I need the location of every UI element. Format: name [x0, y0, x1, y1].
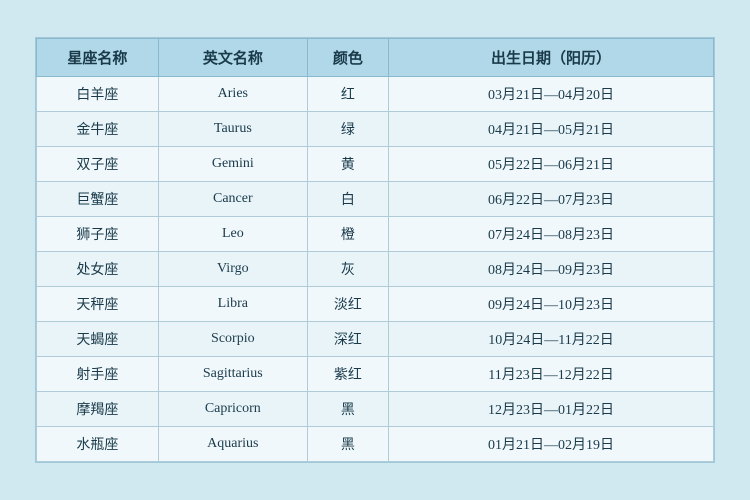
cell-date: 08月24日—09月23日	[389, 252, 714, 287]
cell-cn-name: 摩羯座	[37, 392, 159, 427]
table-row: 天秤座Libra淡红09月24日—10月23日	[37, 287, 714, 322]
table-body: 白羊座Aries红03月21日—04月20日金牛座Taurus绿04月21日—0…	[37, 77, 714, 462]
cell-color: 淡红	[307, 287, 388, 322]
table-row: 双子座Gemini黄05月22日—06月21日	[37, 147, 714, 182]
cell-cn-name: 白羊座	[37, 77, 159, 112]
table-row: 处女座Virgo灰08月24日—09月23日	[37, 252, 714, 287]
table-row: 水瓶座Aquarius黑01月21日—02月19日	[37, 427, 714, 462]
cell-cn-name: 狮子座	[37, 217, 159, 252]
cell-color: 绿	[307, 112, 388, 147]
cell-color: 紫红	[307, 357, 388, 392]
cell-cn-name: 巨蟹座	[37, 182, 159, 217]
table-row: 天蝎座Scorpio深红10月24日—11月22日	[37, 322, 714, 357]
cell-color: 红	[307, 77, 388, 112]
cell-color: 深红	[307, 322, 388, 357]
cell-cn-name: 双子座	[37, 147, 159, 182]
cell-en-name: Libra	[158, 287, 307, 322]
zodiac-table: 星座名称 英文名称 颜色 出生日期（阳历） 白羊座Aries红03月21日—04…	[36, 38, 714, 462]
cell-en-name: Aries	[158, 77, 307, 112]
zodiac-table-container: 星座名称 英文名称 颜色 出生日期（阳历） 白羊座Aries红03月21日—04…	[35, 37, 715, 463]
cell-en-name: Scorpio	[158, 322, 307, 357]
cell-date: 01月21日—02月19日	[389, 427, 714, 462]
table-header-row: 星座名称 英文名称 颜色 出生日期（阳历）	[37, 39, 714, 77]
cell-date: 06月22日—07月23日	[389, 182, 714, 217]
cell-color: 黑	[307, 427, 388, 462]
header-en-name: 英文名称	[158, 39, 307, 77]
cell-date: 10月24日—11月22日	[389, 322, 714, 357]
cell-en-name: Virgo	[158, 252, 307, 287]
cell-date: 11月23日—12月22日	[389, 357, 714, 392]
cell-cn-name: 天蝎座	[37, 322, 159, 357]
table-row: 金牛座Taurus绿04月21日—05月21日	[37, 112, 714, 147]
header-cn-name: 星座名称	[37, 39, 159, 77]
cell-cn-name: 处女座	[37, 252, 159, 287]
cell-en-name: Capricorn	[158, 392, 307, 427]
cell-en-name: Leo	[158, 217, 307, 252]
cell-date: 04月21日—05月21日	[389, 112, 714, 147]
cell-date: 09月24日—10月23日	[389, 287, 714, 322]
cell-color: 黑	[307, 392, 388, 427]
cell-date: 07月24日—08月23日	[389, 217, 714, 252]
table-row: 摩羯座Capricorn黑12月23日—01月22日	[37, 392, 714, 427]
cell-en-name: Cancer	[158, 182, 307, 217]
cell-en-name: Gemini	[158, 147, 307, 182]
table-row: 巨蟹座Cancer白06月22日—07月23日	[37, 182, 714, 217]
cell-cn-name: 射手座	[37, 357, 159, 392]
cell-en-name: Taurus	[158, 112, 307, 147]
cell-color: 橙	[307, 217, 388, 252]
cell-color: 白	[307, 182, 388, 217]
table-row: 射手座Sagittarius紫红11月23日—12月22日	[37, 357, 714, 392]
cell-cn-name: 天秤座	[37, 287, 159, 322]
cell-date: 05月22日—06月21日	[389, 147, 714, 182]
cell-cn-name: 金牛座	[37, 112, 159, 147]
table-row: 狮子座Leo橙07月24日—08月23日	[37, 217, 714, 252]
cell-color: 黄	[307, 147, 388, 182]
header-date: 出生日期（阳历）	[389, 39, 714, 77]
cell-date: 12月23日—01月22日	[389, 392, 714, 427]
cell-cn-name: 水瓶座	[37, 427, 159, 462]
header-color: 颜色	[307, 39, 388, 77]
cell-en-name: Sagittarius	[158, 357, 307, 392]
cell-date: 03月21日—04月20日	[389, 77, 714, 112]
table-row: 白羊座Aries红03月21日—04月20日	[37, 77, 714, 112]
cell-color: 灰	[307, 252, 388, 287]
cell-en-name: Aquarius	[158, 427, 307, 462]
